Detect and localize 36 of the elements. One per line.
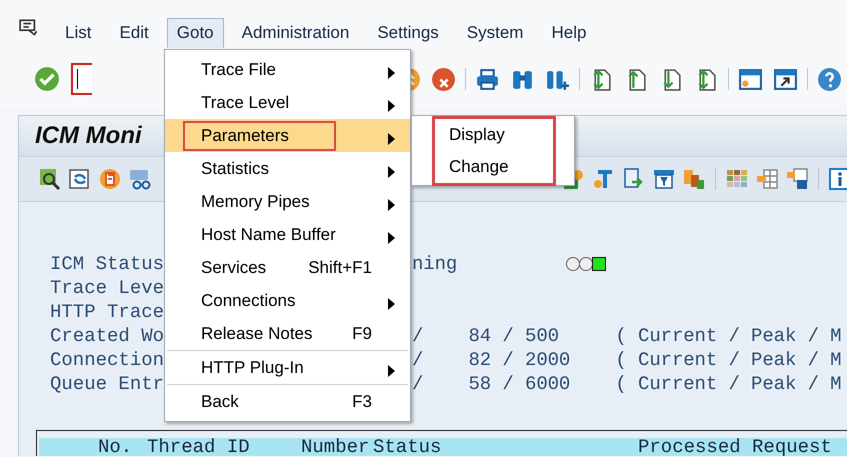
menu-option[interactable]: Memory Pipes bbox=[165, 185, 410, 218]
menu-item[interactable]: Settings bbox=[367, 18, 449, 48]
menu-option[interactable]: Connections bbox=[165, 284, 410, 317]
field-label: HTTP Trace bbox=[50, 301, 165, 323]
menu-option[interactable]: Host Name Buffer bbox=[165, 218, 410, 251]
column-header[interactable]: No. bbox=[98, 438, 147, 457]
menu-option[interactable]: Back F3 bbox=[165, 385, 410, 418]
field-label: Trace Leve bbox=[50, 277, 165, 299]
menu-item[interactable]: System bbox=[456, 18, 534, 48]
column-header[interactable]: Processed Request bbox=[638, 438, 832, 457]
column-header[interactable]: Number bbox=[301, 438, 373, 457]
field-label: Created Wo bbox=[50, 325, 165, 347]
field-value: ning bbox=[412, 253, 458, 275]
menu-option[interactable]: Parameters bbox=[165, 119, 410, 152]
field-value: / 84 / 500 ( Current / Peak / M bbox=[412, 325, 842, 347]
menu-option[interactable]: Display bbox=[435, 119, 553, 151]
menu-option[interactable]: Services Shift+F1 bbox=[165, 251, 410, 284]
menu-option[interactable]: Release Notes F9 bbox=[165, 317, 410, 350]
menu-item[interactable]: Administration bbox=[232, 18, 360, 48]
column-header[interactable]: Status bbox=[373, 438, 638, 457]
menu-option[interactable]: Trace Level bbox=[165, 86, 410, 119]
field-label: Connection bbox=[50, 349, 165, 371]
menu-item[interactable]: Help bbox=[541, 18, 596, 48]
menu-item[interactable]: Edit bbox=[109, 18, 159, 48]
field-label: Queue Entr bbox=[50, 373, 165, 395]
menu-option[interactable]: HTTP Plug-In bbox=[165, 351, 410, 384]
menu-option[interactable]: Statistics bbox=[165, 152, 410, 185]
menu-item[interactable]: Goto bbox=[166, 18, 224, 48]
field-value: / 82 / 2000 ( Current / Peak / M bbox=[412, 349, 842, 371]
menu-option[interactable]: Trace File bbox=[165, 53, 410, 86]
screen-title: ICM Moni bbox=[35, 122, 142, 150]
menu-option[interactable]: Change bbox=[435, 151, 553, 183]
field-label: ICM Status bbox=[50, 253, 165, 275]
field-value: / 58 / 6000 ( Current / Peak / M bbox=[412, 373, 842, 395]
menu-item[interactable]: List bbox=[55, 18, 102, 48]
column-header[interactable]: Thread ID bbox=[147, 438, 301, 457]
